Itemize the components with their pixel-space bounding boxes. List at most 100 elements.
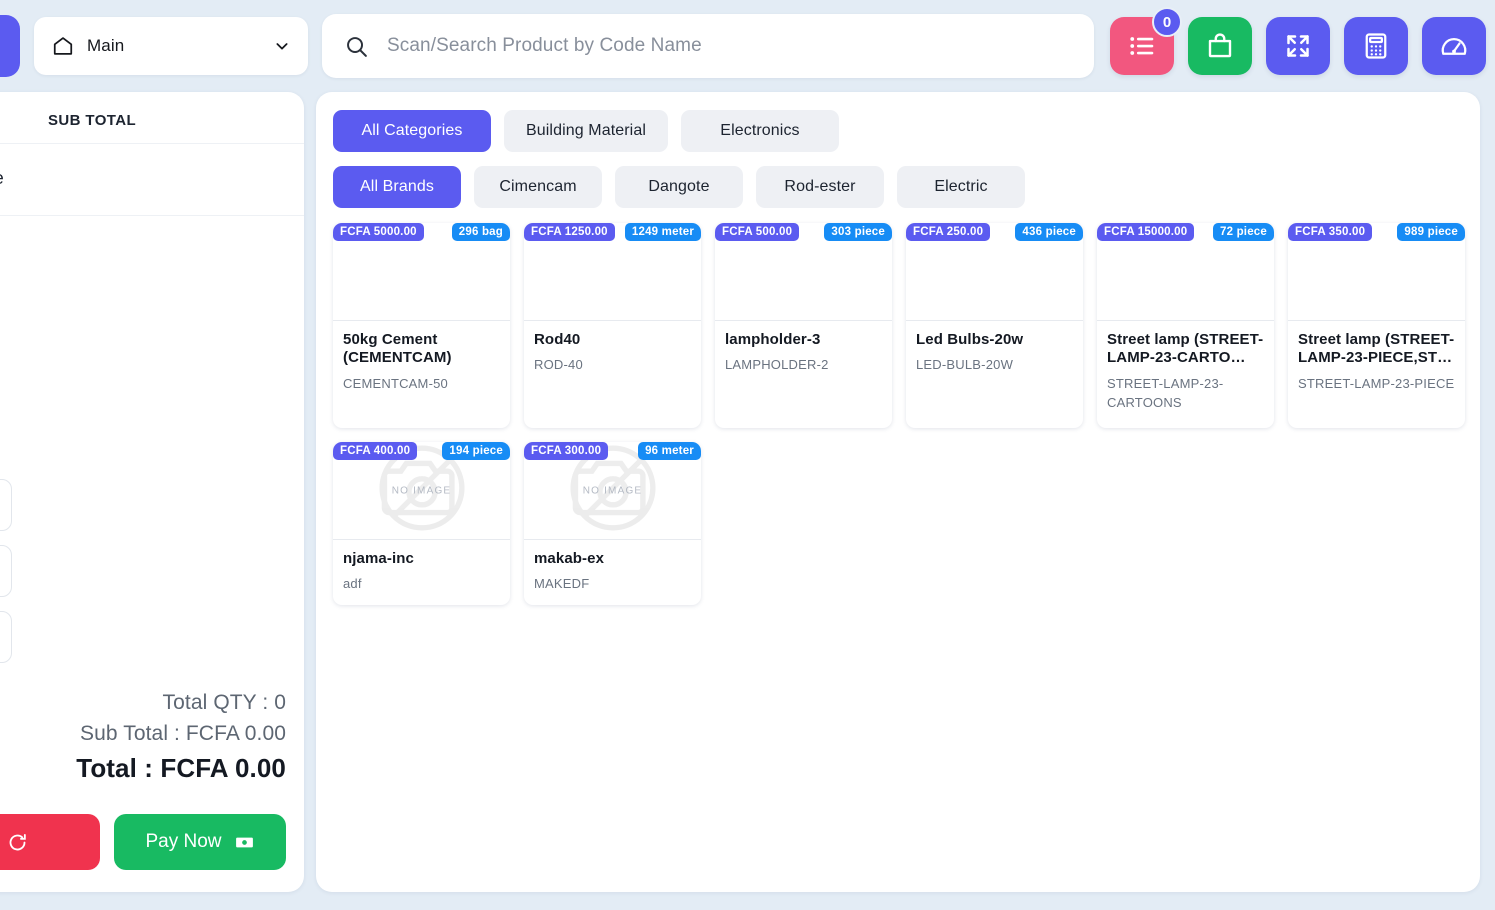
product-stock-badge: 72 piece [1213,223,1274,241]
fullscreen-expand-icon [1283,31,1313,61]
product-code: MAKEDF [534,574,691,594]
product-card[interactable]: FCFA 400.00194 pieceNO IMAGE njama-inc adf [333,442,510,605]
product-details: lampholder-3LAMPHOLDER-2 [715,321,892,375]
cart-table-header: PRICE SUB TOTAL [0,92,304,144]
product-price-badge: FCFA 350.00 [1288,223,1372,241]
product-code: LED-BULB-20W [916,355,1073,375]
product-badges: FCFA 350.00 989 piece [1288,223,1465,241]
product-image: FCFA 500.00 303 piece [715,223,892,321]
cart-action-buttons: eset Pay Now [0,798,304,892]
product-card[interactable]: FCFA 500.00 303 piece lampholder-3LAMPHOLD… [715,223,892,428]
store-label: Main [87,36,274,56]
speedometer-icon [1439,31,1469,61]
product-card[interactable]: FCFA 15000.00 72 piece Street lamp (STREET… [1097,223,1274,428]
product-details: Street lamp (STREET-LAMP-23-CARTO… STREET… [1097,321,1274,413]
product-stock-badge: 303 piece [824,223,892,241]
orders-list-button[interactable]: 0 [1110,17,1174,75]
dashboard-button[interactable] [1422,17,1486,75]
product-name: Street lamp (STREET-LAMP-23-CARTO… [1107,331,1264,368]
product-badges: FCFA 5000.00 296 bag [333,223,510,241]
refresh-icon [7,832,28,853]
product-name: Rod40 [534,331,691,349]
product-panel: All Categories Building Material Electroni… [316,92,1480,892]
calculator-button[interactable] [1344,17,1408,75]
filter-categories-0[interactable]: All Categories [333,110,491,152]
product-image: FCFA 5000.00 296 bag [333,223,510,321]
product-price-badge: FCFA 250.00 [906,223,990,241]
product-code: adf [343,574,500,594]
cart-adjustment-fields [0,479,304,687]
product-image: FCFA 400.00194 pieceNO IMAGE [333,442,510,540]
product-details: Led Bulbs-20wLED-BULB-20W [906,321,1083,375]
reset-button[interactable]: eset [0,814,100,870]
product-name: 50kg Cement (CEMENTCAM) [343,331,500,368]
filter-categories-1[interactable]: Building Material [504,110,668,152]
product-badges: FCFA 15000.00 72 piece [1097,223,1274,241]
product-card[interactable]: FCFA 5000.00 296 bag 50kg Cement (CEMENTCA… [333,223,510,428]
search-input[interactable] [387,35,1072,57]
product-stock-badge: 989 piece [1397,223,1465,241]
cart-totals: Total QTY : 0 Sub Total : FCFA 0.00 Tota… [0,687,304,798]
product-badges: FCFA 400.00194 piece [333,442,510,460]
product-price-badge: FCFA 15000.00 [1097,223,1194,241]
store-selector[interactable]: Main [34,17,308,75]
product-stock-badge: 436 piece [1015,223,1083,241]
product-code: LAMPHOLDER-2 [725,355,882,375]
top-bar: Main 0 [0,8,1495,84]
discount-field[interactable] [0,479,12,531]
product-details: njama-inc adf [333,540,510,594]
product-price-badge: FCFA 500.00 [715,223,799,241]
filter-categories-2[interactable]: Electronics [681,110,839,152]
column-header-price: PRICE [0,112,48,129]
product-details: makab-ex MAKEDF [524,540,701,594]
product-price-badge: FCFA 1250.00 [524,223,615,241]
product-image: FCFA 300.0096 meterNO IMAGE [524,442,701,540]
product-name: njama-inc [343,550,500,568]
filter-brands-3[interactable]: Rod-ester [756,166,884,208]
category-filter-row: All Categories Building Material Electroni… [333,110,1480,152]
product-stock-badge: 1249 meter [625,223,701,241]
product-price-badge: FCFA 400.00 [333,442,417,460]
product-image: FCFA 15000.00 72 piece [1097,223,1274,321]
filter-brands-1[interactable]: Cimencam [474,166,602,208]
product-price-badge: FCFA 5000.00 [333,223,424,241]
home-icon [52,35,74,57]
product-details: Rod40 ROD-40 [524,321,701,375]
list-icon [1127,31,1157,61]
product-card[interactable]: FCFA 350.00 989 piece Street lamp (STREET-… [1288,223,1465,428]
product-stock-badge: 296 bag [452,223,510,241]
product-card[interactable]: FCFA 250.00 436 piece Led Bulbs-20wLED-BUL… [906,223,1083,428]
shipping-field[interactable] [0,611,12,663]
product-badges: FCFA 250.00 436 piece [906,223,1083,241]
column-header-sub-total: SUB TOTAL [48,112,136,129]
filter-brands-4[interactable]: Electric [897,166,1025,208]
product-stock-badge: 96 meter [638,442,701,460]
tax-field[interactable] [0,545,12,597]
product-name: Street lamp (STREET-LAMP-23-PIECE,ST… [1298,331,1455,368]
total-qty-value: Total QTY : 0 [0,691,286,715]
search-bar[interactable] [322,14,1094,78]
product-image: FCFA 350.00 989 piece [1288,223,1465,321]
pay-now-button[interactable]: Pay Now [114,814,286,870]
product-card[interactable]: FCFA 1250.00 1249 meter Rod40 ROD-40 [524,223,701,428]
product-card[interactable]: FCFA 300.0096 meterNO IMAGEmakab-exMAKED… [524,442,701,605]
product-name: makab-ex [534,550,691,568]
sub-total-value: Sub Total : FCFA 0.00 [0,722,286,746]
fullscreen-button[interactable] [1266,17,1330,75]
shopping-bag-button[interactable] [1188,17,1252,75]
product-code: CEMENTCAM-50 [343,374,500,394]
product-code: STREET-LAMP-23-CARTOONS [1107,374,1264,413]
search-icon [344,34,369,59]
sidebar-toggle-button[interactable] [0,15,20,77]
filter-brands-0[interactable]: All Brands [333,166,461,208]
cart-empty-message: ta Available [0,144,304,216]
product-code: ROD-40 [534,355,691,375]
brand-filter-row: All Brands Cimencam Dangote Rod-ester Electr… [333,166,1480,208]
orders-count-badge: 0 [1152,7,1182,37]
product-code: STREET-LAMP-23-PIECE [1298,374,1455,394]
product-grid: FCFA 5000.00 296 bag 50kg Cement (CEMENTCA… [333,223,1480,605]
filter-brands-2[interactable]: Dangote [615,166,743,208]
calculator-icon [1361,31,1391,61]
toolbar-actions: 0 [1110,17,1486,75]
product-price-badge: FCFA 300.00 [524,442,608,460]
